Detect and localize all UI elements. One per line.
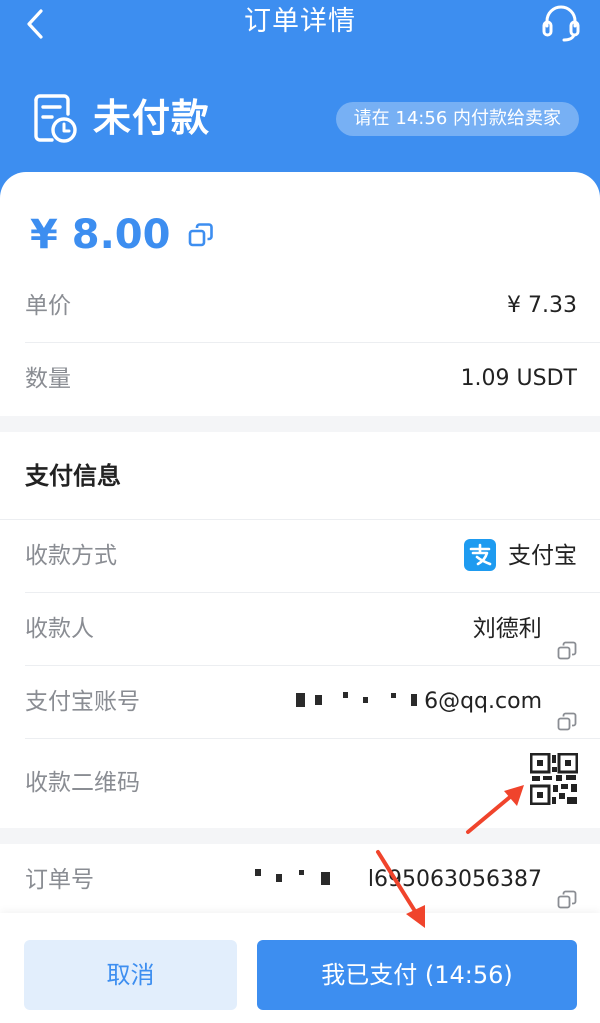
copy-icon bbox=[557, 890, 577, 909]
order-status: 未付款 请在 14:56 内付款给卖家 bbox=[0, 88, 600, 150]
redacted-mark bbox=[391, 692, 397, 698]
payment-deadline-badge: 请在 14:56 内付款给卖家 bbox=[335, 102, 579, 136]
unit-price-row: 单价 ¥ 7.33 bbox=[0, 270, 600, 342]
copy-icon bbox=[188, 223, 213, 247]
copy-order-number-button[interactable] bbox=[557, 868, 577, 909]
order-number-row: 订单号 l695063056387 bbox=[0, 844, 600, 916]
status-text: 未付款 bbox=[93, 96, 211, 140]
order-clock-icon bbox=[30, 92, 78, 144]
copy-amount-button[interactable] bbox=[188, 222, 214, 248]
unit-price-label: 单价 bbox=[25, 293, 71, 319]
page-title: 订单详情 bbox=[244, 6, 356, 37]
redacted-mark bbox=[315, 695, 323, 705]
alipay-icon bbox=[464, 538, 496, 571]
order-summary-card: ¥ 8.00 单价 ¥ 7.33 数量 1.09 USDT bbox=[0, 172, 600, 416]
section-title: 支付信息 bbox=[25, 462, 121, 490]
qr-code-row: 收款二维码 bbox=[0, 739, 600, 827]
payee-name: 刘德利 bbox=[472, 616, 542, 642]
customer-service-button[interactable] bbox=[540, 4, 582, 42]
redacted-mark bbox=[275, 874, 282, 882]
bottom-action-bar: 取消 我已支付 (14:56) bbox=[0, 913, 600, 1023]
unit-price-value: ¥ 7.33 bbox=[507, 293, 577, 318]
payment-method-label: 收款方式 bbox=[25, 543, 117, 569]
payment-method-row: 收款方式 支付宝 bbox=[0, 520, 600, 592]
redacted-mark bbox=[320, 871, 330, 885]
redacted-mark bbox=[254, 868, 261, 876]
alipay-account-text: 6@qq.com bbox=[424, 689, 542, 714]
confirm-paid-button[interactable]: 我已支付 (14:56) bbox=[257, 940, 577, 1010]
quantity-row: 数量 1.09 USDT bbox=[0, 343, 600, 415]
qr-code-icon[interactable] bbox=[529, 752, 579, 806]
payment-info-section: 支付信息 收款方式 支付宝 收款人 刘德利 支付宝账号 6@qq.com 收款二… bbox=[0, 432, 600, 828]
alipay-account-label: 支付宝账号 bbox=[25, 689, 140, 715]
copy-payee-button[interactable] bbox=[557, 618, 577, 659]
order-number-value: l695063056387 bbox=[254, 844, 577, 916]
redacted-mark bbox=[298, 869, 304, 875]
cancel-button[interactable]: 取消 bbox=[24, 940, 237, 1010]
redacted-mark bbox=[343, 692, 349, 698]
order-number-text: l695063056387 bbox=[367, 867, 542, 892]
payment-method-value: 支付宝 bbox=[464, 520, 577, 592]
copy-icon bbox=[557, 712, 577, 731]
payee-row: 收款人 刘德利 bbox=[0, 593, 600, 665]
redacted-mark bbox=[363, 697, 369, 703]
quantity-label: 数量 bbox=[25, 366, 71, 392]
order-number-section: 订单号 l695063056387 bbox=[0, 844, 600, 916]
copy-account-button[interactable] bbox=[557, 690, 577, 731]
redacted-mark bbox=[296, 693, 306, 707]
qr-code-label: 收款二维码 bbox=[25, 770, 140, 796]
copy-icon bbox=[557, 641, 577, 659]
alipay-account-value: 6@qq.com bbox=[296, 666, 577, 738]
headset-icon bbox=[542, 5, 580, 42]
quantity-value: 1.09 USDT bbox=[460, 366, 577, 391]
alipay-account-row: 支付宝账号 6@qq.com bbox=[0, 666, 600, 738]
payment-method-name: 支付宝 bbox=[508, 543, 577, 569]
nav-bar: 订单详情 bbox=[0, 0, 600, 44]
total-amount-row: ¥ 8.00 bbox=[30, 210, 214, 260]
order-number-label: 订单号 bbox=[25, 867, 94, 893]
total-amount: ¥ 8.00 bbox=[30, 212, 171, 258]
payee-label: 收款人 bbox=[25, 616, 94, 642]
payee-value: 刘德利 bbox=[473, 593, 577, 665]
redacted-mark bbox=[411, 694, 418, 706]
